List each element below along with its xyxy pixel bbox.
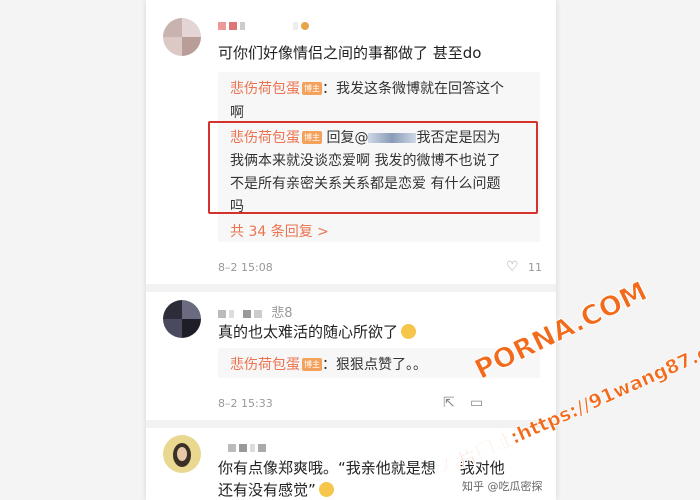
like-icon[interactable]: ♡ — [506, 259, 519, 275]
like-count: 11 — [528, 261, 542, 274]
username-redacted[interactable] — [218, 18, 312, 33]
reply-line: 悲伤荷包蛋 博主 ：狠狠点赞了。。 — [230, 354, 427, 374]
reply-text: ：狠狠点赞了。。 — [322, 357, 427, 373]
highlight-frame — [208, 121, 538, 214]
username-redacted[interactable] — [228, 440, 269, 455]
reply-author[interactable]: 悲伤荷包蛋 — [230, 81, 300, 97]
left-backdrop — [0, 0, 146, 500]
right-backdrop — [556, 0, 700, 500]
avatar[interactable] — [163, 18, 201, 56]
author-badge: 博主 — [302, 82, 322, 95]
reply-line: 啊 — [230, 105, 244, 121]
share-icon[interactable]: ⇱ — [443, 395, 455, 411]
more-replies-link[interactable]: 共 34 条回复 > — [230, 221, 329, 241]
credit-watermark: 知乎 @吃瓜密探 — [462, 480, 543, 493]
username-redacted[interactable]: 悲8 — [218, 302, 293, 321]
avatar[interactable] — [163, 300, 201, 338]
comment-text: 真的也太难活的随心所欲了 — [218, 321, 417, 342]
reply-text: ：我发这条微博就在回答这个 — [322, 81, 504, 97]
avatar[interactable] — [163, 435, 201, 473]
comment-icon[interactable]: ▭ — [470, 395, 483, 411]
comment-date: 8–2 15:08 — [218, 261, 273, 274]
divider — [146, 420, 556, 428]
reply-author[interactable]: 悲伤荷包蛋 — [230, 357, 300, 373]
author-badge: 博主 — [302, 358, 322, 371]
username-fragment: 悲8 — [271, 306, 293, 321]
emoji-icon — [401, 324, 417, 339]
emoji-icon — [318, 482, 334, 497]
comment-date: 8–2 15:33 — [218, 397, 273, 410]
comment-text: 还有没有感觉” — [218, 479, 334, 500]
reply-line: 悲伤荷包蛋 博主 ：我发这条微博就在回答这个 — [230, 78, 504, 98]
comment-text: 可你们好像情侣之间的事都做了 甚至do — [218, 44, 482, 62]
divider — [146, 284, 556, 292]
